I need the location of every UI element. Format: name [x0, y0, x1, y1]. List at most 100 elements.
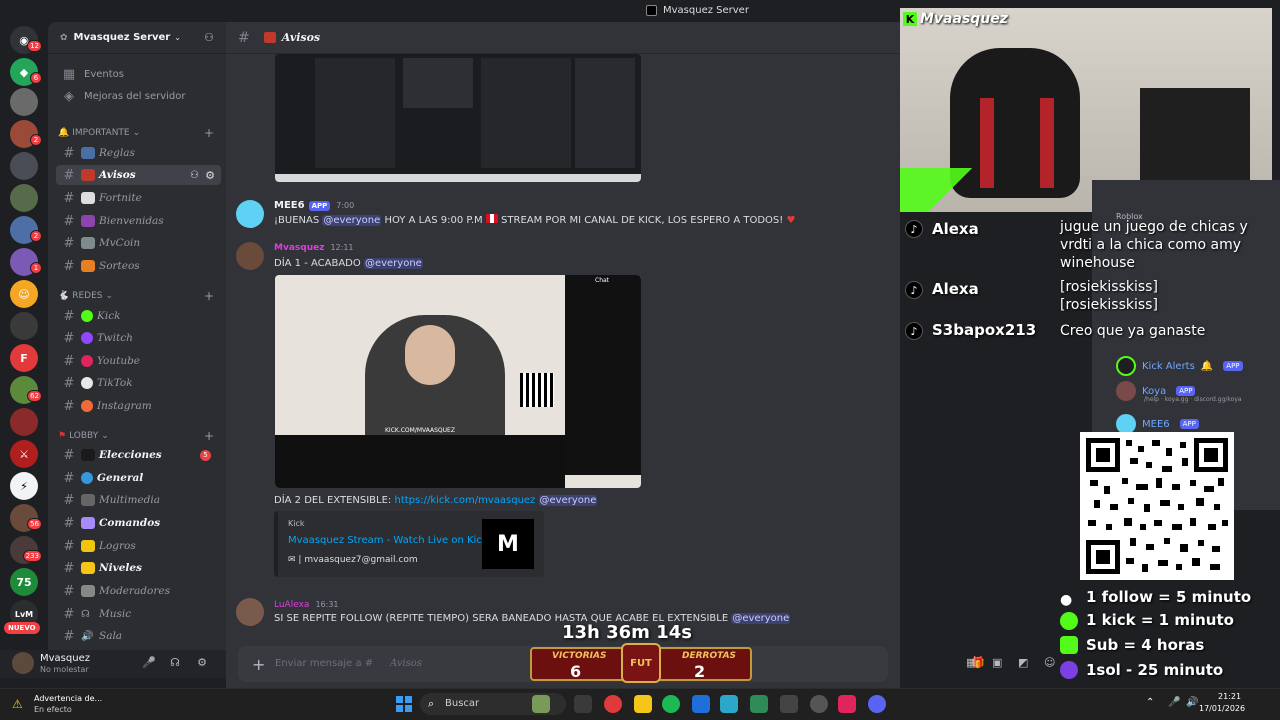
server-icon[interactable]: 75 — [10, 568, 38, 596]
headphones-icon[interactable]: ☊ — [168, 656, 182, 670]
avatar[interactable] — [236, 242, 264, 270]
mention[interactable]: @everyone — [731, 613, 791, 624]
channel-comandos[interactable]: # Comandos — [56, 513, 221, 533]
server-icon[interactable]: ☺ — [10, 280, 38, 308]
emoji-icon[interactable]: ☺ — [1044, 656, 1055, 669]
add-member-icon[interactable]: ⚇ — [190, 170, 199, 181]
mention[interactable]: @everyone — [363, 258, 423, 269]
gift-icon — [1060, 636, 1078, 654]
add-attachment-icon[interactable]: + — [252, 655, 265, 674]
channel-bienvenidas[interactable]: # Bienvenidas — [56, 211, 221, 231]
rule-sol: 1sol - 25 minuto — [1086, 661, 1224, 679]
spotify-icon[interactable] — [662, 695, 680, 713]
app-tag: APP — [1176, 386, 1196, 396]
member-mee6[interactable]: MEE6 APP — [1116, 414, 1199, 434]
channel-moderadores[interactable]: # Moderadores — [56, 581, 221, 601]
opera-icon[interactable] — [604, 695, 622, 713]
message-author[interactable]: Mvasquez 12:11 — [274, 243, 354, 253]
channel-sala[interactable]: # 🔊 Sala — [56, 626, 221, 646]
channel-multimedia[interactable]: # Multimedia — [56, 490, 221, 510]
member-kick-alerts[interactable]: Kick Alerts 🔔 APP — [1116, 356, 1243, 376]
discord-icon[interactable] — [868, 695, 886, 713]
channel-avisos[interactable]: # Avisos ⚇ ⚙ — [56, 165, 221, 185]
server-badge: 2 — [30, 230, 42, 242]
message-image[interactable] — [275, 54, 641, 182]
vscode-icon[interactable] — [720, 695, 738, 713]
folder-icon[interactable] — [634, 695, 652, 713]
task-view-icon[interactable] — [574, 695, 592, 713]
invite-icon[interactable]: ⚇ — [204, 31, 214, 44]
mention[interactable]: @everyone — [538, 495, 598, 506]
app-icon[interactable] — [692, 695, 710, 713]
add-channel-icon[interactable]: + — [204, 126, 214, 140]
server-icon[interactable]: F — [10, 344, 38, 372]
gif-icon[interactable]: ▣ — [992, 656, 1002, 669]
message-author[interactable]: LuAlexa 16:31 — [274, 600, 339, 610]
sidebar-item-mejoras[interactable]: ◈ Mejoras del servidor — [56, 86, 221, 106]
channel-general[interactable]: # General — [56, 468, 221, 488]
category-lobby[interactable]: ⚑ LOBBY ⌄ — [58, 431, 109, 441]
clock-time[interactable]: 21:21 — [1218, 692, 1241, 701]
gear-icon[interactable]: ⚙ — [195, 656, 209, 670]
channel-tiktok[interactable]: # TikTok — [56, 373, 221, 393]
add-channel-icon[interactable]: + — [204, 429, 214, 443]
tiktok-studio-icon[interactable] — [838, 695, 856, 713]
gift-icon[interactable]: ▦ — [966, 656, 976, 669]
avatar[interactable] — [236, 598, 264, 626]
channel-fortnite[interactable]: # Fortnite — [56, 188, 221, 208]
channel-logros[interactable]: # Logros — [56, 536, 221, 556]
category-importante[interactable]: 🔔 IMPORTANTE ⌄ — [58, 128, 140, 138]
channel-youtube[interactable]: # Youtube — [56, 351, 221, 371]
tiktok-user: Alexa — [932, 220, 979, 238]
server-icon[interactable] — [10, 88, 38, 116]
channel-kick[interactable]: # Kick — [56, 306, 221, 326]
add-channel-icon[interactable]: + — [204, 289, 214, 303]
clock-date[interactable]: 17/01/2026 — [1199, 704, 1245, 713]
app-icon[interactable] — [750, 695, 768, 713]
channel-niveles[interactable]: # Niveles — [56, 558, 221, 578]
announcement-emoji-icon — [81, 169, 95, 181]
weather-title[interactable]: Advertencia de... — [34, 694, 102, 703]
channel-label: Avisos — [99, 169, 136, 181]
channel-reglas[interactable]: # Reglas — [56, 143, 221, 163]
sidebar-item-eventos[interactable]: ▦ Eventos — [56, 64, 221, 84]
server-icon[interactable] — [10, 152, 38, 180]
server-icon[interactable] — [10, 184, 38, 212]
channel-music[interactable]: # ☊ Music — [56, 604, 221, 624]
channel-elecciones[interactable]: # Elecciones 5 — [56, 445, 221, 465]
obs-icon[interactable] — [810, 695, 828, 713]
server-icon[interactable] — [10, 312, 38, 340]
bank-emoji-icon — [81, 237, 95, 249]
avatar[interactable] — [12, 652, 34, 674]
channel-mvcoin[interactable]: # MvCoin — [56, 233, 221, 253]
server-header[interactable]: ✿ Mvasquez Server ⌄ ⚇ — [48, 22, 226, 54]
channel-sorteos[interactable]: # Sorteos — [56, 256, 221, 276]
channel-twitch[interactable]: # Twitch — [56, 328, 221, 348]
server-icon[interactable]: ⚔ — [10, 440, 38, 468]
message-author[interactable]: MEE6 APP 7:00 — [274, 200, 354, 211]
channel-instagram[interactable]: # Instagram — [56, 396, 221, 416]
microphone-icon[interactable]: 🎤 — [1168, 697, 1180, 708]
embed-thumbnail[interactable]: M — [482, 519, 534, 569]
qr-code-icon — [1086, 438, 1228, 574]
taskbar-widget-icon[interactable] — [532, 695, 550, 713]
gear-icon[interactable]: ⚙ — [205, 169, 215, 182]
message-text: SI SE REPITE FOLLOW (REPITE TIEMPO) SERA… — [274, 613, 791, 624]
avatar[interactable] — [236, 200, 264, 228]
sticker-icon[interactable]: ◩ — [1018, 656, 1028, 669]
volume-icon[interactable]: 🔊 — [1186, 697, 1198, 708]
embed-title[interactable]: Mvaasquez Stream - Watch Live on Kick — [288, 535, 488, 546]
server-icon[interactable] — [10, 408, 38, 436]
terminal-icon[interactable] — [780, 695, 798, 713]
category-redes[interactable]: 🐇 REDES ⌄ — [58, 291, 113, 301]
server-icon-active[interactable]: ⚡ — [10, 472, 38, 500]
link-embed[interactable]: Kick Mvaasquez Stream - Watch Live on Ki… — [274, 511, 544, 577]
chevron-up-icon[interactable]: ⌃ — [1146, 697, 1154, 708]
microphone-icon[interactable]: 🎤 — [142, 656, 156, 670]
channel-label: Bienvenidas — [99, 215, 164, 227]
message-link[interactable]: https://kick.com/mvaasquez — [394, 495, 535, 506]
warning-icon[interactable]: ⚠ — [12, 697, 28, 711]
start-button[interactable] — [396, 696, 412, 712]
stream-screenshot[interactable]: Chat KICK.COM/MVAASQUEZ — [275, 275, 641, 488]
mention[interactable]: @everyone — [322, 215, 382, 226]
